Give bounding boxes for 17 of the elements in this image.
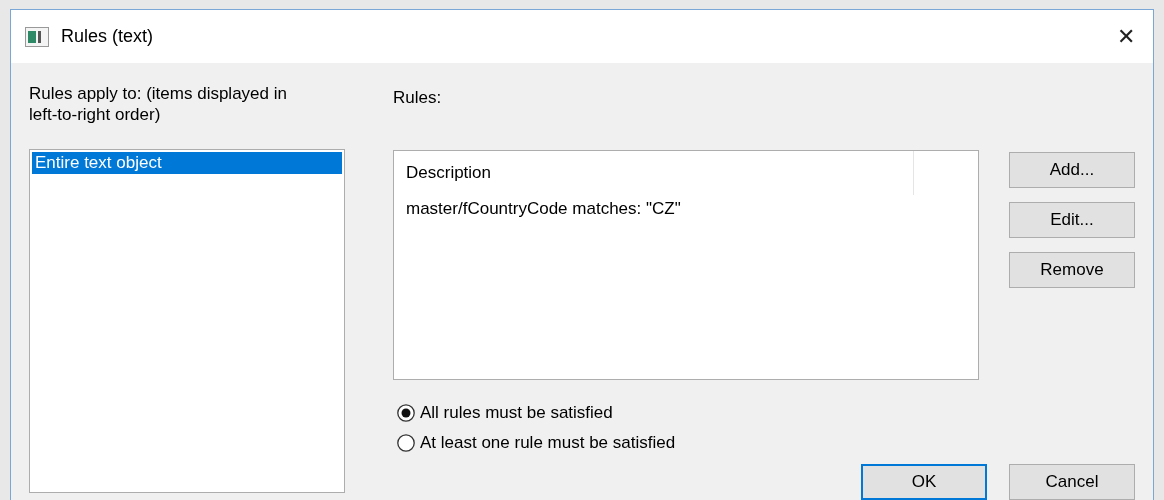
column-header[interactable]: Description: [394, 151, 914, 196]
action-button[interactable]: Remove: [1009, 252, 1135, 289]
close-button[interactable]: ✕: [1113, 23, 1139, 50]
window-icon: [25, 26, 49, 47]
action-button[interactable]: Add...: [1009, 152, 1135, 189]
action-button[interactable]: Edit...: [1009, 202, 1135, 239]
rules-label: Rules:: [393, 88, 443, 109]
radio-label: All rules must be satisfied: [420, 402, 613, 423]
dialog-button[interactable]: OK: [861, 464, 987, 500]
radio-label: At least one rule must be satisfied: [420, 432, 676, 453]
radio-button[interactable]: [397, 403, 415, 422]
apply-to-label: Rules apply to: (items displayed in left-to-right order): [29, 83, 288, 125]
radio-button[interactable]: [397, 433, 415, 452]
dialog-button[interactable]: Cancel: [1009, 464, 1135, 500]
list-item[interactable]: Entire text object: [32, 152, 342, 174]
window-title: Rules (text): [61, 26, 155, 47]
rule-row[interactable]: master/fCountryCode matches: "CZ": [394, 195, 978, 224]
